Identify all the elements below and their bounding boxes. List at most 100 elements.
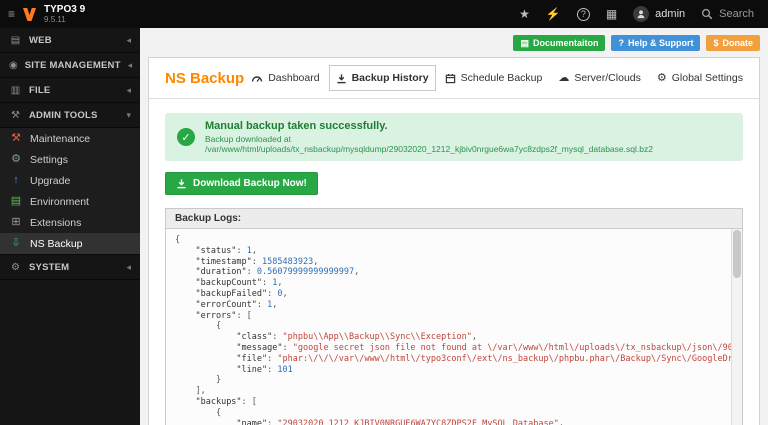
sidebar-item-label: NS Backup xyxy=(30,238,83,250)
sidebar-item-label: Settings xyxy=(30,154,68,166)
maintenance-wrench-icon: ⚒ xyxy=(9,133,23,144)
backup-logs-body[interactable]: { "status": 1, "timestamp": 1585483923, … xyxy=(166,229,742,425)
environment-icon: ▤ xyxy=(9,196,23,207)
success-alert: ✓ Manual backup taken successfully. Back… xyxy=(165,113,743,161)
header-actions: ▤ Documentaiton ? Help & Support $ Donat… xyxy=(140,28,768,51)
card-body: ✓ Manual backup taken successfully. Back… xyxy=(149,99,759,425)
avatar xyxy=(633,6,649,22)
section-label: SYSTEM xyxy=(29,262,119,273)
gear-icon: ⚙ xyxy=(657,73,667,84)
sidebar-section-web[interactable]: ▤ WEB ◂ xyxy=(0,28,140,53)
page-title: NS Backup xyxy=(165,70,244,87)
dollar-icon: $ xyxy=(713,39,718,48)
backup-logs-title: Backup Logs: xyxy=(166,209,742,229)
search-icon xyxy=(701,8,713,20)
help-support-label: Help & Support xyxy=(628,38,694,48)
section-label: SITE MANAGEMENT xyxy=(25,60,121,71)
bookmark-star-icon[interactable]: ★ xyxy=(519,8,530,20)
calendar-icon xyxy=(445,73,456,84)
section-label: WEB xyxy=(29,35,119,46)
question-icon: ? xyxy=(618,39,624,48)
web-icon: ▤ xyxy=(9,35,22,46)
sidebar-item-label: Maintenance xyxy=(30,133,90,145)
tab-bar: Dashboard Backup History xyxy=(244,65,750,91)
apps-grid-icon[interactable]: ▦ xyxy=(606,8,617,20)
admin-tools-submenu: ⚒ Maintenance ⚙ Settings ↑ Upgrade ▤ Env… xyxy=(0,128,140,255)
sidebar-item-label: Environment xyxy=(30,196,89,208)
sidebar-section-site-management[interactable]: ◉ SITE MANAGEMENT ◂ xyxy=(0,53,140,78)
sidebar-item-extensions[interactable]: ⊞ Extensions xyxy=(0,212,140,233)
module-sidebar: ▤ WEB ◂ ◉ SITE MANAGEMENT ◂ ▥ FILE ◂ ⚒ A… xyxy=(0,28,140,425)
tools-icon: ⚒ xyxy=(9,110,22,121)
tab-label: Server/Clouds xyxy=(574,72,641,84)
check-circle-icon: ✓ xyxy=(177,128,195,146)
cloud-icon: ☁ xyxy=(558,73,569,84)
topbar: ≡ TYPO3 9 9.5.11 ★ ⚡ ? ▦ admin xyxy=(0,0,768,28)
tab-label: Global Settings xyxy=(672,72,743,84)
sidebar-section-admin-tools[interactable]: ⚒ ADMIN TOOLS ▾ xyxy=(0,103,140,128)
app-title: TYPO3 9 xyxy=(44,4,85,15)
ns-backup-icon: ⇩ xyxy=(9,238,23,249)
help-icon[interactable]: ? xyxy=(577,8,590,21)
alert-text: Manual backup taken successfully. Backup… xyxy=(205,120,731,154)
alert-title: Manual backup taken successfully. xyxy=(205,120,731,132)
sidebar-item-environment[interactable]: ▤ Environment xyxy=(0,191,140,212)
help-support-button[interactable]: ? Help & Support xyxy=(611,35,700,51)
tab-label: Schedule Backup xyxy=(461,72,543,84)
settings-gear-icon: ⚙ xyxy=(9,154,23,165)
typo3-logo-icon xyxy=(22,8,37,21)
tab-backup-history[interactable]: Backup History xyxy=(329,65,436,91)
tab-global-settings[interactable]: ⚙ Global Settings xyxy=(650,65,750,91)
typo3-backend: ≡ TYPO3 9 9.5.11 ★ ⚡ ? ▦ admin xyxy=(0,0,768,425)
sidebar-item-label: Extensions xyxy=(30,217,81,229)
topbar-brand: ≡ TYPO3 9 9.5.11 xyxy=(0,4,140,24)
chevron-left-icon: ◂ xyxy=(126,85,131,96)
documentation-button[interactable]: ▤ Documentaiton xyxy=(513,35,605,51)
global-search[interactable]: Search xyxy=(701,8,754,20)
sidebar-item-upgrade[interactable]: ↑ Upgrade xyxy=(0,170,140,191)
card-header: NS Backup Dashboard Ba xyxy=(149,58,759,99)
donate-button[interactable]: $ Donate xyxy=(706,35,760,51)
tab-server-clouds[interactable]: ☁ Server/Clouds xyxy=(551,65,648,91)
sidebar-item-ns-backup[interactable]: ⇩ NS Backup xyxy=(0,233,140,254)
backup-logs-panel: Backup Logs: { "status": 1, "timestamp":… xyxy=(165,208,743,425)
system-gear-icon: ⚙ xyxy=(9,262,22,273)
brand-text: TYPO3 9 9.5.11 xyxy=(44,4,85,24)
person-icon xyxy=(636,9,646,19)
tab-dashboard[interactable]: Dashboard xyxy=(244,65,326,91)
sidebar-section-system[interactable]: ⚙ SYSTEM ◂ xyxy=(0,255,140,280)
search-label: Search xyxy=(719,8,754,20)
download-backup-label: Download Backup Now! xyxy=(193,178,307,189)
ns-backup-card: NS Backup Dashboard Ba xyxy=(148,57,760,425)
topbar-toolbar: ★ ⚡ ? ▦ admin Search xyxy=(519,6,768,22)
module-content: ▤ Documentaiton ? Help & Support $ Donat… xyxy=(140,28,768,425)
app-version: 9.5.11 xyxy=(44,15,85,24)
section-label: FILE xyxy=(29,85,119,96)
chevron-down-icon: ▾ xyxy=(126,110,131,121)
document-icon: ▤ xyxy=(520,39,529,48)
tab-label: Backup History xyxy=(352,72,429,84)
user-menu[interactable]: admin xyxy=(633,6,685,22)
sidebar-section-file[interactable]: ▥ FILE ◂ xyxy=(0,78,140,103)
backup-log-output: { "status": 1, "timestamp": 1585483923, … xyxy=(175,235,722,425)
sidebar-item-maintenance[interactable]: ⚒ Maintenance xyxy=(0,128,140,149)
clear-cache-bolt-icon[interactable]: ⚡ xyxy=(546,8,561,20)
tab-label: Dashboard xyxy=(268,72,319,84)
section-label: ADMIN TOOLS xyxy=(29,110,119,121)
extensions-puzzle-icon: ⊞ xyxy=(9,217,23,228)
module-menu-toggle-icon[interactable]: ≡ xyxy=(8,7,15,21)
tab-schedule-backup[interactable]: Schedule Backup xyxy=(438,65,550,91)
donate-label: Donate xyxy=(722,38,753,48)
download-backup-button[interactable]: Download Backup Now! xyxy=(165,172,318,195)
documentation-label: Documentaiton xyxy=(533,38,599,48)
log-scrollbar-track[interactable] xyxy=(731,229,742,425)
log-scrollbar-thumb[interactable] xyxy=(733,230,741,278)
gauge-icon xyxy=(251,72,263,84)
sidebar-item-settings[interactable]: ⚙ Settings xyxy=(0,149,140,170)
upgrade-arrow-icon: ↑ xyxy=(9,175,23,186)
download-icon xyxy=(176,178,187,189)
chevron-left-icon: ◂ xyxy=(128,60,133,71)
chevron-left-icon: ◂ xyxy=(126,262,131,273)
sidebar-item-label: Upgrade xyxy=(30,175,70,187)
globe-icon: ◉ xyxy=(9,60,18,71)
